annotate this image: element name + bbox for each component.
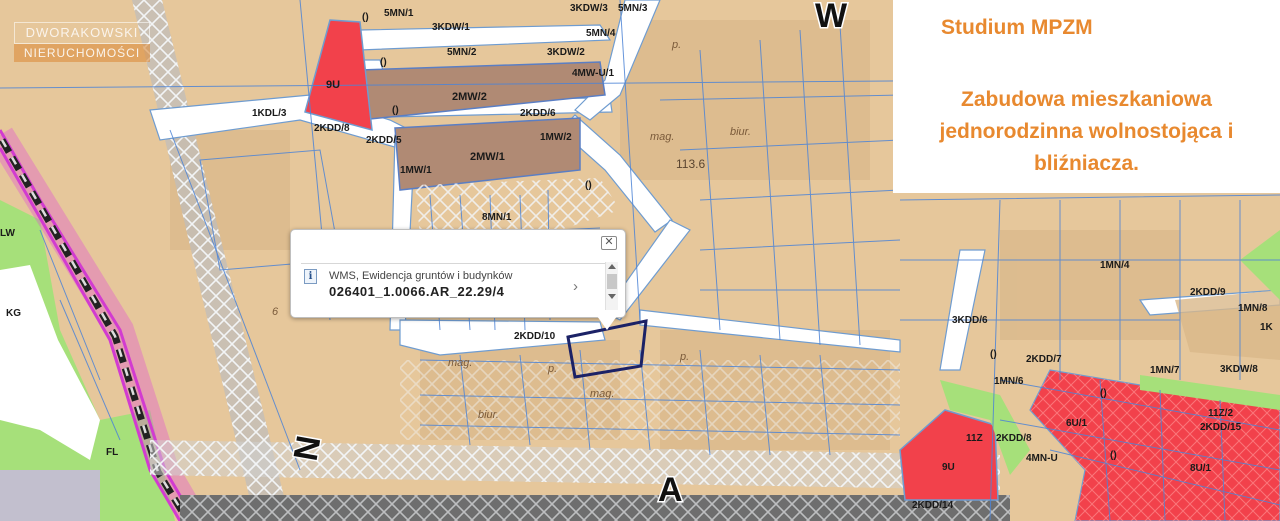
zone-label: 1MN/8 [1238,303,1268,314]
zone-label: FL [106,447,118,458]
zone-label: 2KDD/10 [514,331,556,342]
zero-marker: () [392,105,399,116]
ground-label: p. [679,351,689,363]
zone-label: 1KDL/3 [252,108,287,119]
zone-label: 2KDD/8 [314,123,350,134]
zone-label: 2KDD/7 [1026,354,1062,365]
zone-label: 2MW/2 [452,91,487,103]
ground-label: 6 [272,306,279,318]
zone-label: 9U [942,462,955,473]
zone-label: 2KDD/6 [520,108,556,119]
zone-label: 2KDD/9 [1190,287,1226,298]
scroll-up-icon[interactable] [608,264,616,269]
popup-scrollbar[interactable] [605,262,618,310]
zero-marker: () [1110,450,1117,461]
logo-line-1: DWORAKOWSKI [14,22,150,44]
scroll-thumb[interactable] [607,274,617,289]
ground-label: mag. [590,388,614,400]
zone-label: 4MW-U/1 [572,68,614,79]
feature-info-popup: ✕ i WMS, Ewidencja gruntów i budynków 02… [290,229,626,330]
zone-label: LW [0,228,16,239]
zone-label: KG [6,308,21,319]
elevation-label: 113.6 [676,157,705,171]
zone-label: 3KDW/1 [432,22,470,33]
zone-label: 3KDW/3 [570,3,608,14]
zone-label: 1MW/1 [400,165,432,176]
zone-label: 2KDD/8 [996,433,1032,444]
zone-label: 4MN-U [1026,453,1058,464]
zone-label: 1K [1260,322,1274,333]
zero-marker: () [1100,388,1107,399]
zone-label: 5MN/3 [618,3,648,14]
ground-label: p. [547,363,557,375]
zone-label: 11Z/2 [1208,408,1233,419]
ground-label: biur. [478,409,499,421]
legend-panel: Studium MPZM Zabudowa mieszkaniowa jedno… [893,0,1280,193]
zone-label: 6U/1 [1066,418,1088,429]
ground-label: mag. [448,357,472,369]
legend-title: Studium MPZM [941,16,1093,39]
zone-label: 2KDD/14 [912,500,954,511]
zero-marker: () [380,57,387,68]
zone-label: 2KDD/15 [1200,422,1242,433]
zone-label: 1MN/6 [994,376,1024,387]
legend-description: Zabudowa mieszkaniowa jednorodzinna woln… [939,88,1234,175]
ground-label: biur. [730,126,751,138]
ground-label: p. [671,39,681,51]
company-logo: DWORAKOWSKI NIERUCHOMOŚCI [14,22,150,64]
zone-label: 3KDW/2 [547,47,585,58]
zone-label: 8U/1 [1190,463,1212,474]
popup-pointer [597,316,617,330]
zone-label: 1MN/7 [1150,365,1180,376]
zone-label: 5MN/2 [447,47,477,58]
info-icon: i [304,269,317,284]
zone-label: 1MW/2 [540,132,572,143]
zone-label: 11Z [966,433,983,444]
zone-label: 3KDD/6 [952,315,988,326]
zone-label: 8MN/1 [482,212,512,223]
popup-result-row[interactable]: i WMS, Ewidencja gruntów i budynków 0264… [301,262,618,310]
scroll-down-icon[interactable] [608,294,616,299]
zone-label: 1MN/4 [1100,260,1130,271]
zone-label: 5MN/1 [384,8,414,19]
zone-label: 2MW/1 [470,151,505,163]
logo-line-2: NIERUCHOMOŚCI [14,44,150,62]
zone-label: 2KDD/5 [366,135,402,146]
zero-marker: () [585,180,592,191]
map-letter-w: W [815,0,848,35]
zero-marker: () [362,12,369,23]
layer-name: WMS, Ewidencja gruntów i budynków [329,270,513,282]
chevron-right-icon[interactable]: › [573,278,578,295]
parcel-id: 026401_1.0066.AR_22.29/4 [329,284,505,299]
close-icon[interactable]: ✕ [601,236,617,250]
map-letter-a: A [658,471,683,509]
ground-label: mag. [650,131,674,143]
zone-label: 3KDW/8 [1220,364,1258,375]
zone-label: 9U [326,79,340,91]
zone-label: 5MN/4 [586,28,616,39]
zero-marker: () [990,349,997,360]
